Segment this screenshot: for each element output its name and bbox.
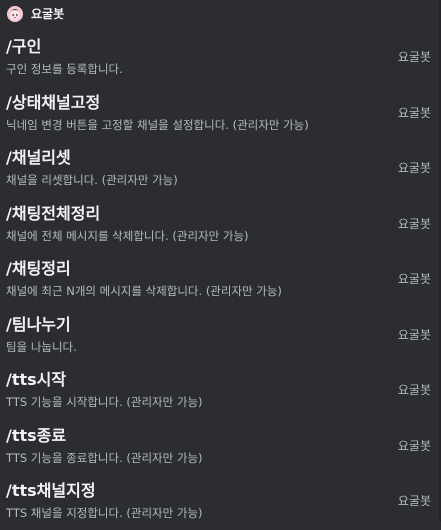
command-item[interactable]: /채팅정리 채널에 최근 N개의 메시지를 삭제합니다. (관리자만 가능) 요…: [0, 252, 441, 308]
command-item[interactable]: /채팅전체정리 채널에 전체 메시지를 삭제합니다. (관리자만 가능) 요굴봇: [0, 197, 441, 253]
command-description: 채널에 최근 N개의 메시지를 삭제합니다. (관리자만 가능): [6, 284, 282, 298]
command-item[interactable]: /tts시작 TTS 기능을 시작합니다. (관리자만 가능) 요굴봇: [0, 363, 441, 419]
command-description: 닉네임 변경 버튼을 고정할 채널을 설정합니다. (관리자만 가능): [6, 117, 309, 132]
command-item[interactable]: /채널리셋 채널을 리셋합니다. (관리자만 가능) 요굴봇: [0, 141, 441, 197]
bot-avatar-icon: [7, 6, 23, 22]
bot-header: 요굴봇: [0, 0, 441, 30]
command-name: /채팅정리: [6, 259, 71, 278]
command-item[interactable]: /tts채널지정 TTS 채널을 지정합니다. (관리자만 가능) 요굴봇: [0, 474, 441, 530]
command-item[interactable]: /팀나누기 팀을 나눕니다. 요굴봇: [0, 308, 441, 364]
command-list: /구인 구인 정보를 등록합니다. 요굴봇 /상태채널고정 닉네임 변경 버튼을…: [0, 30, 441, 530]
command-source: 요굴봇: [397, 216, 431, 231]
command-source: 요굴봇: [397, 383, 431, 397]
command-item[interactable]: /상태채널고정 닉네임 변경 버튼을 고정할 채널을 설정합니다. (관리자만 …: [0, 86, 441, 142]
command-description: 채널을 리셋합니다. (관리자만 가능): [6, 173, 178, 187]
command-name: /tts시작: [6, 370, 67, 389]
command-item[interactable]: /구인 구인 정보를 등록합니다. 요굴봇: [0, 30, 441, 86]
command-description: 채널에 전체 메시지를 삭제합니다. (관리자만 가능): [6, 228, 249, 243]
command-source: 요굴봇: [397, 327, 431, 342]
bot-name: 요굴봇: [31, 7, 65, 21]
command-description: 구인 정보를 등록합니다.: [6, 62, 123, 76]
command-source: 요굴봇: [397, 161, 431, 175]
command-name: /tts채널지정: [6, 481, 96, 500]
command-name: /tts종료: [6, 425, 67, 445]
command-source: 요굴봇: [397, 494, 431, 508]
command-name: /채널리셋: [6, 148, 71, 167]
command-description: 팀을 나눕니다.: [6, 339, 77, 354]
command-description: TTS 기능을 시작합니다. (관리자만 가능): [6, 395, 203, 409]
command-source: 요굴봇: [397, 105, 431, 120]
command-item[interactable]: /tts종료 TTS 기능을 종료합니다. (관리자만 가능) 요굴봇: [0, 419, 441, 475]
command-source: 요굴봇: [397, 272, 431, 286]
command-name: /상태채널고정: [6, 92, 101, 112]
command-description: TTS 기능을 종료합니다. (관리자만 가능): [6, 450, 203, 465]
command-source: 요굴봇: [397, 438, 431, 453]
command-name: /팀나누기: [6, 314, 71, 334]
command-name: /채팅전체정리: [6, 203, 101, 223]
command-name: /구인: [6, 37, 42, 56]
command-source: 요굴봇: [397, 50, 431, 64]
command-description: TTS 채널을 지정합니다. (관리자만 가능): [6, 506, 203, 520]
